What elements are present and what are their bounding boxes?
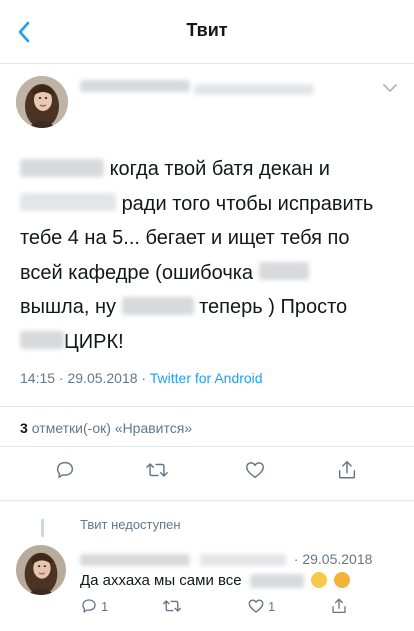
- comment-icon: [82, 599, 96, 613]
- reply-share-button[interactable]: [330, 595, 348, 617]
- retweet-icon: [146, 463, 168, 477]
- tweet-text-line: теперь ) Просто: [199, 296, 348, 318]
- reply-avatar[interactable]: [16, 545, 66, 595]
- page-title: Твит: [186, 20, 228, 40]
- divider: [0, 446, 414, 447]
- reply-button[interactable]: [51, 456, 79, 484]
- likes-summary[interactable]: 3 отметки(-ок) «Нравится»: [20, 420, 192, 436]
- heart-icon: [248, 599, 264, 613]
- tweet-menu-button[interactable]: [380, 78, 400, 98]
- retweet-button[interactable]: [143, 456, 171, 484]
- display-name-redacted: [80, 80, 190, 92]
- reply-reply-button[interactable]: 1: [80, 595, 108, 617]
- reply-name-redacted: [80, 554, 190, 567]
- tweet-text-line: ради того чтобы исправить: [121, 192, 374, 215]
- handle-redacted: [194, 83, 315, 95]
- thread-line: [41, 519, 44, 537]
- chevron-down-icon: [383, 84, 397, 92]
- tweet-text-line: вышла, ну: [20, 296, 116, 318]
- reply-text: Да аххаха мы сами все: [80, 571, 400, 591]
- like-count: 1: [268, 598, 276, 614]
- reply-handle-redacted: [199, 554, 286, 567]
- tweet-text-line: всей кафедре (ошибочка: [20, 261, 254, 284]
- share-icon: [338, 461, 356, 479]
- divider: [0, 406, 414, 407]
- tweet-text-line: ЦИРК!: [64, 330, 124, 353]
- tweet-meta: 14:15 · 29.05.2018 · Twitter for Android: [20, 370, 263, 386]
- avatar[interactable]: [16, 76, 68, 128]
- redacted-text: [258, 262, 309, 281]
- redacted-text: [20, 193, 116, 212]
- reply-retweet-button[interactable]: [162, 595, 182, 617]
- like-button[interactable]: [241, 456, 269, 484]
- unavailable-notice: Твит недоступен: [80, 517, 181, 532]
- nav-bar: Твит: [0, 0, 414, 64]
- reply-header: · 29.05.2018: [80, 551, 400, 569]
- reply-text-body: Да аххаха мы сами все: [80, 572, 242, 589]
- tweet-text: когда твой батя декан и ради того чтобы …: [20, 152, 400, 359]
- share-icon: [332, 598, 346, 614]
- share-button[interactable]: [333, 456, 361, 484]
- tweet-text-line: тебе 4 на 5... бегает и ищет тебя по: [20, 227, 350, 249]
- tweet-text-line: когда твой батя декан и: [109, 158, 330, 180]
- redacted-text: [20, 331, 64, 350]
- tweet-timestamp: 14:15 · 29.05.2018 ·: [20, 370, 147, 386]
- reply-like-button[interactable]: 1: [247, 595, 275, 617]
- laughing-emoji-icon: [310, 572, 327, 588]
- user-info[interactable]: [80, 80, 315, 98]
- comment-icon: [56, 461, 74, 479]
- reply-date: · 29.05.2018: [293, 551, 373, 567]
- heart-icon: [246, 462, 264, 479]
- reply-count: 1: [101, 598, 109, 614]
- exploding-head-emoji-icon: [334, 572, 351, 588]
- likes-label: отметки(-ок) «Нравится»: [31, 420, 193, 436]
- redacted-text: [20, 158, 104, 177]
- divider: [0, 500, 414, 501]
- retweet-icon: [162, 600, 182, 612]
- likes-count: 3: [20, 420, 28, 436]
- tweet-source-link[interactable]: Twitter for Android: [150, 370, 263, 386]
- redacted-text: [121, 296, 194, 315]
- redacted-text: [249, 574, 304, 589]
- reply-tweet[interactable]: Твит недоступен · 29.05.2018 Да аххаха м…: [0, 507, 414, 631]
